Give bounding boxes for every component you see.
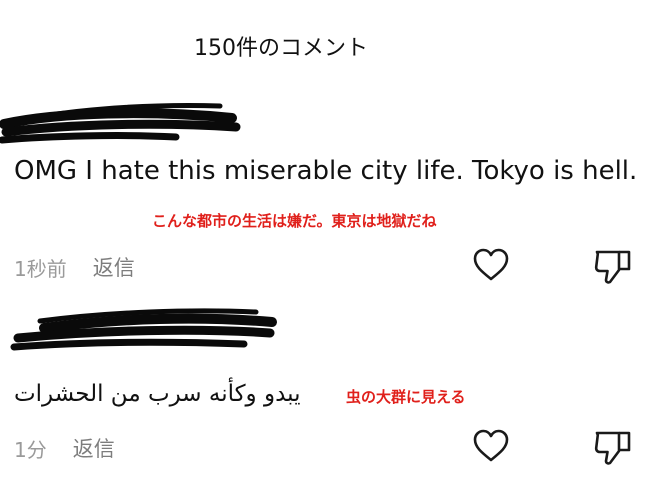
like-button[interactable]	[472, 428, 510, 468]
thumbs-down-icon	[594, 250, 631, 284]
translation-annotation: こんな都市の生活は嫌だ。東京は地獄だね	[152, 212, 437, 230]
reply-button[interactable]: 返信	[93, 252, 135, 282]
comments-panel: 150件のコメント OMG I hate this miserable city…	[0, 0, 650, 477]
thumbs-down-icon	[594, 431, 631, 465]
comment-timestamp: 1分	[14, 437, 47, 462]
comment-timestamp: 1秒前	[14, 256, 67, 281]
comment-text: OMG I hate this miserable city life. Tok…	[14, 156, 638, 186]
comment-meta: 1秒前 返信	[14, 252, 135, 282]
comment-text: يبدو وكأنه سرب من الحشرات	[14, 381, 301, 407]
dislike-button[interactable]	[593, 247, 633, 289]
heart-icon	[473, 429, 509, 462]
comment-meta: 1分 返信	[14, 433, 115, 463]
heart-icon	[473, 248, 509, 281]
translation-annotation: 虫の大群に見える	[346, 388, 466, 406]
like-button[interactable]	[472, 247, 510, 287]
reply-button[interactable]: 返信	[73, 433, 115, 463]
dislike-button[interactable]	[593, 428, 633, 470]
